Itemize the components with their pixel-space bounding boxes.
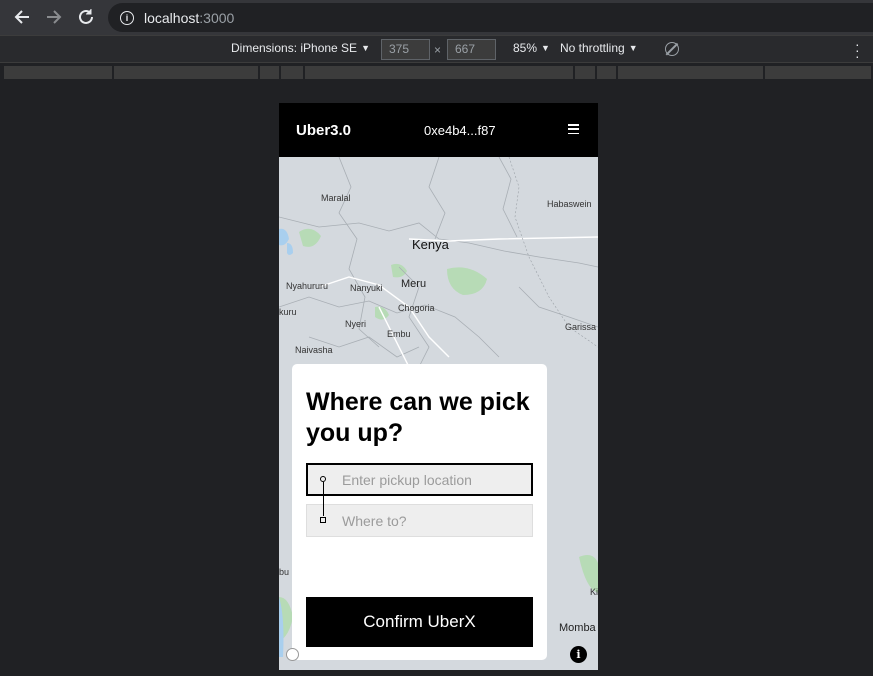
map-label-chogoria: Chogoria bbox=[398, 303, 435, 313]
forward-arrow-icon[interactable] bbox=[38, 1, 70, 33]
card-title: Where can we pick you up? bbox=[306, 388, 530, 447]
caret-down-icon: ▼ bbox=[541, 43, 550, 53]
media-query-segment[interactable] bbox=[575, 66, 596, 79]
device-dimensions-dropdown[interactable]: Dimensions: iPhone SE ▼ bbox=[231, 41, 370, 55]
confirm-uberx-button[interactable]: Confirm UberX bbox=[306, 597, 533, 647]
map-label-kuru: kuru bbox=[279, 307, 297, 317]
media-query-segment[interactable] bbox=[260, 66, 280, 79]
map-label-meru: Meru bbox=[401, 278, 427, 290]
device-toolbar: Dimensions: iPhone SE ▼ 375 × 667 85% ▼ … bbox=[0, 35, 873, 63]
map-label-embu: Embu bbox=[387, 329, 411, 339]
back-arrow-icon[interactable] bbox=[6, 1, 38, 33]
media-query-segment[interactable] bbox=[305, 66, 574, 79]
reload-icon[interactable] bbox=[70, 1, 102, 33]
device-height-input[interactable]: 667 bbox=[447, 39, 496, 60]
map-label-nanyuki: Nanyuki bbox=[350, 283, 383, 293]
pickup-location-input[interactable]: Enter pickup location bbox=[306, 463, 533, 496]
device-width-input[interactable]: 375 bbox=[381, 39, 430, 60]
media-query-segment[interactable] bbox=[618, 66, 764, 79]
wallet-address[interactable]: 0xe4b4...f87 bbox=[424, 123, 496, 138]
map-label-naivasha: Naivasha bbox=[295, 345, 333, 355]
map-label-kenya: Kenya bbox=[412, 237, 449, 252]
map-label-ki: Ki bbox=[590, 587, 598, 597]
throttling-label: No throttling bbox=[560, 41, 625, 55]
throttling-dropdown[interactable]: No throttling ▼ bbox=[560, 41, 638, 55]
map-label-garissa: Garissa bbox=[565, 322, 597, 332]
map-label-habaswein: Habaswein bbox=[547, 199, 592, 209]
site-info-icon[interactable]: i bbox=[120, 10, 134, 25]
rotate-disabled-icon[interactable] bbox=[665, 42, 679, 56]
caret-down-icon: ▼ bbox=[628, 43, 638, 53]
map-label-maralal: Maralal bbox=[321, 193, 351, 203]
attribution-info-icon[interactable]: i bbox=[570, 646, 587, 663]
map-label-nyeri: Nyeri bbox=[345, 319, 367, 329]
media-query-segment[interactable] bbox=[281, 66, 304, 79]
media-query-segment[interactable] bbox=[597, 66, 617, 79]
destination-square-icon bbox=[320, 517, 326, 523]
times-sign: × bbox=[434, 43, 442, 57]
media-query-segment[interactable] bbox=[114, 66, 259, 79]
route-connector-line bbox=[322, 482, 324, 516]
zoom-label: 85% bbox=[513, 41, 538, 55]
map-label-momba: Momba bbox=[559, 622, 596, 634]
map-label-nyahururu: Nyahururu bbox=[286, 281, 329, 291]
mapbox-logo-icon[interactable] bbox=[286, 648, 299, 661]
address-bar[interactable]: i localhost:3000 bbox=[108, 3, 873, 32]
url-port: :3000 bbox=[199, 9, 235, 26]
map-label-bu: bu bbox=[279, 567, 290, 577]
pickup-card: Where can we pick you up? Enter pickup l… bbox=[292, 364, 547, 660]
zoom-dropdown[interactable]: 85% ▼ bbox=[513, 41, 550, 55]
app-logo[interactable]: Uber3.0 bbox=[296, 122, 351, 139]
media-query-segment[interactable] bbox=[765, 66, 872, 79]
hamburger-menu-icon[interactable] bbox=[568, 124, 579, 135]
more-options-icon[interactable]: · · · bbox=[855, 37, 860, 63]
device-viewport: Maralal Habaswein Kenya Nyahururu Nanyuk… bbox=[279, 103, 598, 670]
destination-input[interactable]: Where to? bbox=[306, 504, 533, 537]
app-header: Uber3.0 0xe4b4...f87 bbox=[279, 103, 598, 157]
browser-toolbar: i localhost:3000 bbox=[0, 0, 873, 35]
url-host: localhost bbox=[144, 9, 200, 26]
media-query-bar bbox=[0, 64, 873, 81]
media-query-segment[interactable] bbox=[4, 66, 113, 79]
device-dimensions-label: Dimensions: iPhone SE bbox=[231, 41, 358, 55]
caret-down-icon: ▼ bbox=[361, 43, 370, 53]
